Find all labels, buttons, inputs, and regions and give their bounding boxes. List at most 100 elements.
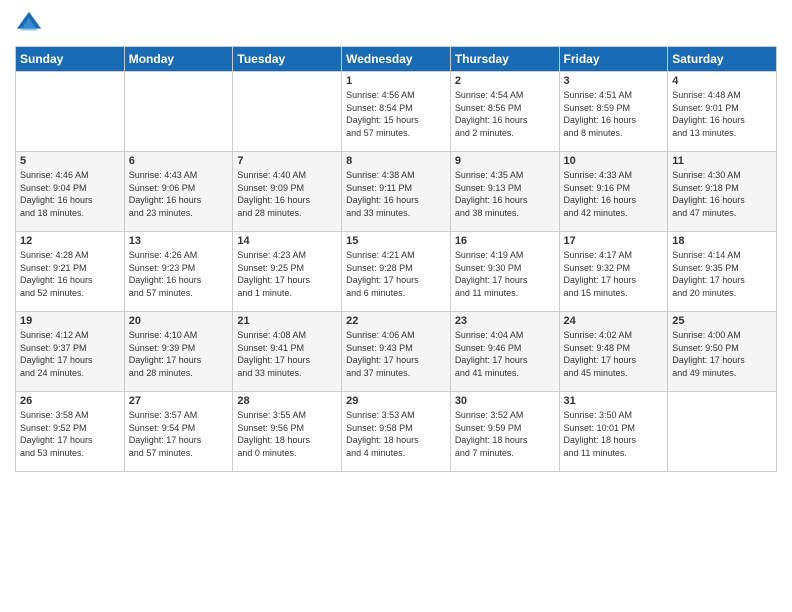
day-info: Sunrise: 3:57 AM Sunset: 9:54 PM Dayligh… [129,409,229,459]
calendar-cell: 5Sunrise: 4:46 AM Sunset: 9:04 PM Daylig… [16,152,125,232]
calendar-week-3: 12 Sunrise: 4:28 AM Sunset: 9:21 PM Dayli… [16,232,777,312]
day-number: 9 [455,155,555,167]
calendar-cell: 4Sunrise: 4:48 AM Sunset: 9:01 PM Daylig… [668,72,777,152]
day-info: Sunrise: 4:00 AM Sunset: 9:50 PM Dayligh… [672,329,772,379]
calendar-cell: 10Sunrise: 4:33 AM Sunset: 9:16 PM Dayli… [559,152,668,232]
calendar-header-monday: Monday [124,47,233,72]
day-number: 30 [455,395,555,407]
calendar-header-sunday: Sunday [16,47,125,72]
calendar-cell: 29 Sunrise: 3:53 AM Sunset: 9:58 PM Dayli… [342,392,451,472]
day-info: Sunrise: 4:54 AM Sunset: 8:56 PM Dayligh… [455,89,555,139]
day-info: Sunrise: 4:14 AM Sunset: 9:35 PM Dayligh… [672,249,772,299]
calendar-header-friday: Friday [559,47,668,72]
calendar-cell: 7 Sunrise: 4:40 AM Sunset: 9:09 PM Daylig… [233,152,342,232]
day-number: 13 [129,235,229,247]
day-info: Sunrise: 4:17 AM Sunset: 9:32 PM Dayligh… [564,249,664,299]
calendar-cell: 26 Sunrise: 3:58 AM Sunset: 9:52 PM Dayli… [16,392,125,472]
day-number: 26 [20,395,120,407]
day-number: 23 [455,315,555,327]
day-number: 15 [346,235,446,247]
day-info: Sunrise: 4:21 AM Sunset: 9:28 PM Dayligh… [346,249,446,299]
calendar-cell: 27 Sunrise: 3:57 AM Sunset: 9:54 PM Dayli… [124,392,233,472]
day-info: Sunrise: 4:02 AM Sunset: 9:48 PM Dayligh… [564,329,664,379]
day-info: Sunrise: 4:38 AM Sunset: 9:11 PM Dayligh… [346,169,446,219]
day-number: 12 [20,235,120,247]
calendar-cell: 25 Sunrise: 4:00 AM Sunset: 9:50 PM Dayli… [668,312,777,392]
day-number: 28 [237,395,337,407]
calendar-week-4: 19Sunrise: 4:12 AM Sunset: 9:37 PM Dayli… [16,312,777,392]
calendar-header-wednesday: Wednesday [342,47,451,72]
day-info: Sunrise: 4:30 AM Sunset: 9:18 PM Dayligh… [672,169,772,219]
day-number: 3 [564,75,664,87]
day-number: 1 [346,75,446,87]
calendar-cell: 23Sunrise: 4:04 AM Sunset: 9:46 PM Dayli… [450,312,559,392]
calendar: SundayMondayTuesdayWednesdayThursdayFrid… [15,46,777,472]
day-info: Sunrise: 4:28 AM Sunset: 9:21 PM Dayligh… [20,249,120,299]
day-info: Sunrise: 3:50 AM Sunset: 10:01 PM Daylig… [564,409,664,459]
day-number: 14 [237,235,337,247]
day-number: 19 [20,315,120,327]
day-number: 8 [346,155,446,167]
day-info: Sunrise: 4:10 AM Sunset: 9:39 PM Dayligh… [129,329,229,379]
calendar-cell: 21 Sunrise: 4:08 AM Sunset: 9:41 PM Dayli… [233,312,342,392]
day-info: Sunrise: 3:58 AM Sunset: 9:52 PM Dayligh… [20,409,120,459]
day-number: 29 [346,395,446,407]
day-info: Sunrise: 4:56 AM Sunset: 8:54 PM Dayligh… [346,89,446,139]
day-number: 17 [564,235,664,247]
calendar-cell: 20Sunrise: 4:10 AM Sunset: 9:39 PM Dayli… [124,312,233,392]
calendar-cell: 11 Sunrise: 4:30 AM Sunset: 9:18 PM Dayli… [668,152,777,232]
day-number: 31 [564,395,664,407]
calendar-cell: 8 Sunrise: 4:38 AM Sunset: 9:11 PM Daylig… [342,152,451,232]
calendar-cell: 31 Sunrise: 3:50 AM Sunset: 10:01 PM Dayl… [559,392,668,472]
calendar-cell: 17 Sunrise: 4:17 AM Sunset: 9:32 PM Dayli… [559,232,668,312]
day-info: Sunrise: 4:51 AM Sunset: 8:59 PM Dayligh… [564,89,664,139]
calendar-cell: 9 Sunrise: 4:35 AM Sunset: 9:13 PM Daylig… [450,152,559,232]
calendar-cell: 2 Sunrise: 4:54 AM Sunset: 8:56 PM Daylig… [450,72,559,152]
day-number: 2 [455,75,555,87]
calendar-cell [16,72,125,152]
calendar-cell: 24 Sunrise: 4:02 AM Sunset: 9:48 PM Dayli… [559,312,668,392]
calendar-week-5: 26 Sunrise: 3:58 AM Sunset: 9:52 PM Dayli… [16,392,777,472]
calendar-cell: 28Sunrise: 3:55 AM Sunset: 9:56 PM Dayli… [233,392,342,472]
page: SundayMondayTuesdayWednesdayThursdayFrid… [0,0,792,612]
day-info: Sunrise: 4:43 AM Sunset: 9:06 PM Dayligh… [129,169,229,219]
day-info: Sunrise: 4:19 AM Sunset: 9:30 PM Dayligh… [455,249,555,299]
day-number: 18 [672,235,772,247]
day-info: Sunrise: 4:40 AM Sunset: 9:09 PM Dayligh… [237,169,337,219]
logo-icon [15,10,43,38]
day-number: 24 [564,315,664,327]
day-number: 11 [672,155,772,167]
calendar-cell: 6 Sunrise: 4:43 AM Sunset: 9:06 PM Daylig… [124,152,233,232]
day-info: Sunrise: 4:06 AM Sunset: 9:43 PM Dayligh… [346,329,446,379]
day-number: 4 [672,75,772,87]
calendar-cell: 1 Sunrise: 4:56 AM Sunset: 8:54 PM Daylig… [342,72,451,152]
day-number: 22 [346,315,446,327]
calendar-week-1: 1 Sunrise: 4:56 AM Sunset: 8:54 PM Daylig… [16,72,777,152]
calendar-cell: 3 Sunrise: 4:51 AM Sunset: 8:59 PM Daylig… [559,72,668,152]
logo [15,10,47,38]
day-info: Sunrise: 4:23 AM Sunset: 9:25 PM Dayligh… [237,249,337,299]
calendar-cell [124,72,233,152]
calendar-header-tuesday: Tuesday [233,47,342,72]
calendar-cell: 16Sunrise: 4:19 AM Sunset: 9:30 PM Dayli… [450,232,559,312]
day-number: 25 [672,315,772,327]
calendar-cell: 30Sunrise: 3:52 AM Sunset: 9:59 PM Dayli… [450,392,559,472]
day-info: Sunrise: 4:35 AM Sunset: 9:13 PM Dayligh… [455,169,555,219]
calendar-cell: 12 Sunrise: 4:28 AM Sunset: 9:21 PM Dayli… [16,232,125,312]
calendar-cell: 13Sunrise: 4:26 AM Sunset: 9:23 PM Dayli… [124,232,233,312]
day-number: 21 [237,315,337,327]
calendar-cell: 14 Sunrise: 4:23 AM Sunset: 9:25 PM Dayli… [233,232,342,312]
day-number: 27 [129,395,229,407]
calendar-header-thursday: Thursday [450,47,559,72]
header [15,10,777,38]
calendar-cell: 15 Sunrise: 4:21 AM Sunset: 9:28 PM Dayli… [342,232,451,312]
calendar-header-saturday: Saturday [668,47,777,72]
calendar-cell: 18 Sunrise: 4:14 AM Sunset: 9:35 PM Dayli… [668,232,777,312]
day-info: Sunrise: 4:08 AM Sunset: 9:41 PM Dayligh… [237,329,337,379]
day-number: 6 [129,155,229,167]
day-info: Sunrise: 3:53 AM Sunset: 9:58 PM Dayligh… [346,409,446,459]
calendar-cell [668,392,777,472]
day-info: Sunrise: 4:46 AM Sunset: 9:04 PM Dayligh… [20,169,120,219]
day-number: 7 [237,155,337,167]
calendar-cell: 22 Sunrise: 4:06 AM Sunset: 9:43 PM Dayli… [342,312,451,392]
